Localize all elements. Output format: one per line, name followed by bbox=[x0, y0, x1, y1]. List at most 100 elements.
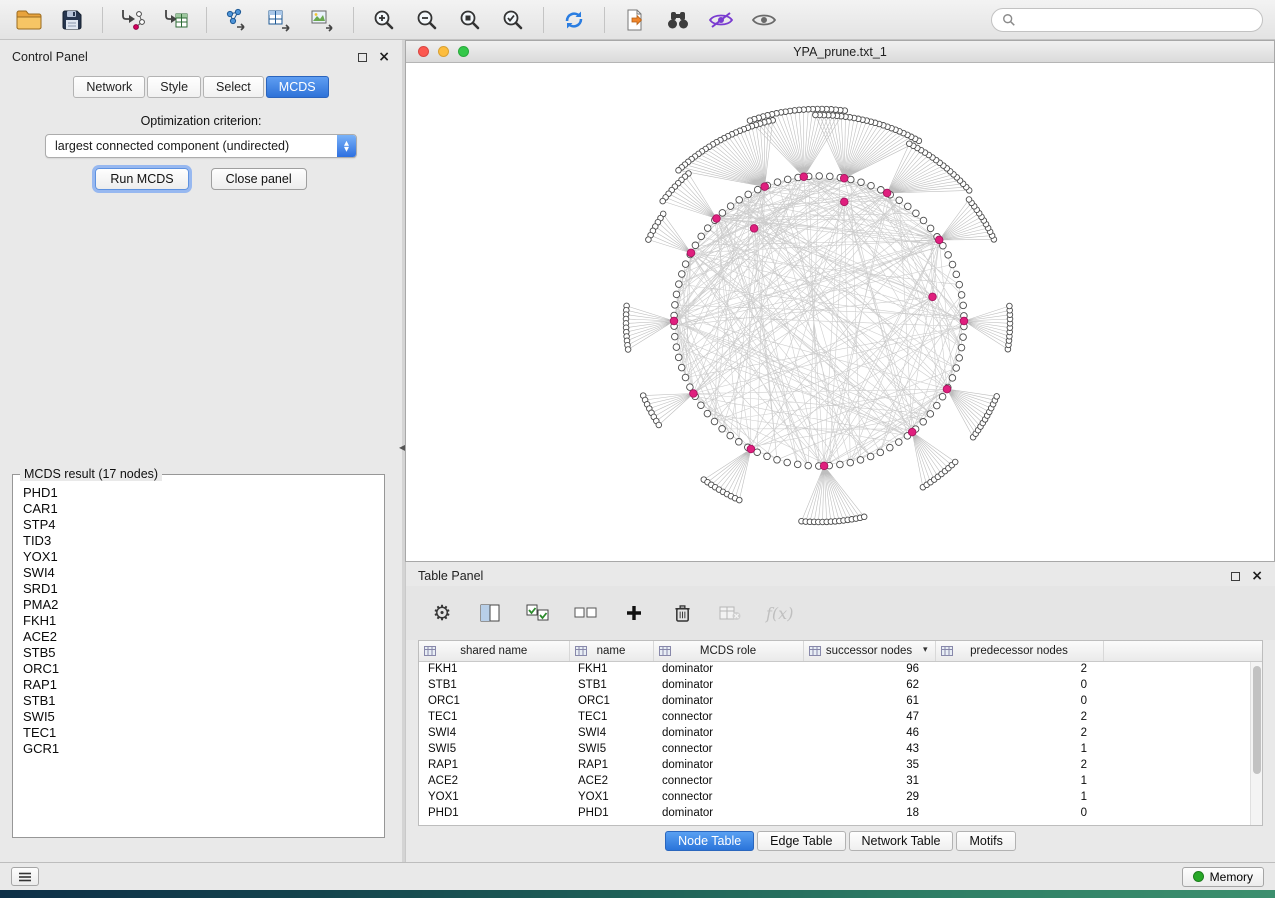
node-table-cell[interactable]: 43 bbox=[803, 741, 935, 757]
network-canvas[interactable] bbox=[406, 63, 1274, 561]
node-table-cell[interactable]: 46 bbox=[803, 725, 935, 741]
search-input[interactable] bbox=[1022, 13, 1252, 27]
column-header-mcds-role[interactable]: MCDS role bbox=[653, 641, 803, 661]
node-table-cell[interactable]: 1 bbox=[935, 741, 1103, 757]
node-table-cell[interactable]: ACE2 bbox=[419, 773, 569, 789]
node-table-cell[interactable]: 18 bbox=[803, 805, 935, 821]
mcds-result-item[interactable]: CAR1 bbox=[15, 501, 382, 517]
node-table-cell[interactable]: dominator bbox=[653, 693, 803, 709]
export-table-button[interactable] bbox=[263, 4, 297, 36]
export-page-button[interactable] bbox=[618, 4, 652, 36]
mcds-result-item[interactable]: GCR1 bbox=[15, 741, 382, 757]
node-table-cell[interactable]: 29 bbox=[803, 789, 935, 805]
column-visibility-button[interactable] bbox=[478, 597, 502, 629]
mcds-result-item[interactable]: RAP1 bbox=[15, 677, 382, 693]
node-table-cell[interactable]: 31 bbox=[803, 773, 935, 789]
node-table-cell[interactable]: ORC1 bbox=[419, 693, 569, 709]
zoom-fit-button[interactable] bbox=[453, 4, 487, 36]
window-close-button[interactable] bbox=[418, 46, 429, 57]
node-table-cell[interactable]: STB1 bbox=[419, 677, 569, 693]
open-session-button[interactable] bbox=[12, 4, 46, 36]
memory-button[interactable]: Memory bbox=[1182, 867, 1264, 887]
node-table-cell[interactable]: 62 bbox=[803, 677, 935, 693]
run-mcds-button[interactable]: Run MCDS bbox=[95, 168, 188, 190]
node-table-row[interactable]: PHD1PHD1dominator180 bbox=[419, 805, 1262, 821]
node-table-cell[interactable]: dominator bbox=[653, 677, 803, 693]
mcds-result-item[interactable]: PHD1 bbox=[15, 485, 382, 501]
column-header-successor-nodes[interactable]: successor nodes▾ bbox=[803, 641, 935, 661]
float-panel-icon[interactable] bbox=[358, 53, 367, 62]
node-table-cell[interactable]: dominator bbox=[653, 725, 803, 741]
node-table-cell[interactable]: STB1 bbox=[569, 677, 653, 693]
node-table-cell[interactable]: dominator bbox=[653, 661, 803, 677]
mcds-result-item[interactable]: STB1 bbox=[15, 693, 382, 709]
node-table-cell[interactable]: FKH1 bbox=[419, 661, 569, 677]
node-table-cell[interactable]: 0 bbox=[935, 693, 1103, 709]
table-scrollbar[interactable] bbox=[1250, 662, 1262, 825]
sort-caret-icon[interactable]: ▾ bbox=[923, 646, 928, 655]
mcds-result-item[interactable]: PMA2 bbox=[15, 597, 382, 613]
float-table-panel-icon[interactable] bbox=[1231, 572, 1240, 581]
node-table-row[interactable]: TEC1TEC1connector472 bbox=[419, 709, 1262, 725]
node-table-cell[interactable]: 96 bbox=[803, 661, 935, 677]
mcds-result-item[interactable]: ORC1 bbox=[15, 661, 382, 677]
node-table-cell[interactable]: ACE2 bbox=[569, 773, 653, 789]
node-table-row[interactable]: STB1STB1dominator620 bbox=[419, 677, 1262, 693]
node-table-cell[interactable]: SWI5 bbox=[419, 741, 569, 757]
node-table-cell[interactable]: RAP1 bbox=[569, 757, 653, 773]
panel-menu-button[interactable] bbox=[11, 867, 39, 886]
close-panel-icon[interactable]: × bbox=[378, 50, 390, 64]
mcds-result-item[interactable]: SRD1 bbox=[15, 581, 382, 597]
zoom-in-button[interactable] bbox=[367, 4, 401, 36]
mcds-result-item[interactable]: STP4 bbox=[15, 517, 382, 533]
zoom-selected-button[interactable] bbox=[496, 4, 530, 36]
window-maximize-button[interactable] bbox=[458, 46, 469, 57]
node-table-cell[interactable]: ORC1 bbox=[569, 693, 653, 709]
tab-mcds[interactable]: MCDS bbox=[266, 76, 329, 98]
mcds-result-item[interactable]: FKH1 bbox=[15, 613, 382, 629]
mcds-result-item[interactable]: STB5 bbox=[15, 645, 382, 661]
node-table-cell[interactable]: TEC1 bbox=[419, 709, 569, 725]
deselect-all-button[interactable] bbox=[574, 597, 598, 629]
node-table-row[interactable]: FKH1FKH1dominator962 bbox=[419, 661, 1262, 677]
node-table-cell[interactable]: 0 bbox=[935, 805, 1103, 821]
table-settings-button[interactable]: ⚙ bbox=[430, 597, 454, 629]
search-network-button[interactable] bbox=[661, 4, 695, 36]
node-table-cell[interactable]: RAP1 bbox=[419, 757, 569, 773]
delete-column-button[interactable] bbox=[670, 597, 694, 629]
node-table-cell[interactable]: SWI5 bbox=[569, 741, 653, 757]
select-all-button[interactable] bbox=[526, 597, 550, 629]
tab-network-table[interactable]: Network Table bbox=[849, 831, 954, 851]
tab-style[interactable]: Style bbox=[147, 76, 201, 98]
node-table-row[interactable]: ORC1ORC1dominator610 bbox=[419, 693, 1262, 709]
mcds-result-item[interactable]: YOX1 bbox=[15, 549, 382, 565]
node-table-cell[interactable]: 35 bbox=[803, 757, 935, 773]
node-table-row[interactable]: YOX1YOX1connector291 bbox=[419, 789, 1262, 805]
node-table-cell[interactable]: FKH1 bbox=[569, 661, 653, 677]
node-table-cell[interactable]: 2 bbox=[935, 709, 1103, 725]
node-table-cell[interactable]: 2 bbox=[935, 661, 1103, 677]
close-panel-button[interactable]: Close panel bbox=[211, 168, 307, 190]
node-table-cell[interactable]: 2 bbox=[935, 757, 1103, 773]
node-table-cell[interactable]: dominator bbox=[653, 805, 803, 821]
node-table-cell[interactable]: dominator bbox=[653, 757, 803, 773]
tab-motifs[interactable]: Motifs bbox=[956, 831, 1015, 851]
node-table-row[interactable]: SWI5SWI5connector431 bbox=[419, 741, 1262, 757]
tab-network[interactable]: Network bbox=[73, 76, 145, 98]
node-table-cell[interactable]: connector bbox=[653, 773, 803, 789]
mcds-result-item[interactable]: SWI4 bbox=[15, 565, 382, 581]
hide-panels-button[interactable] bbox=[704, 4, 738, 36]
mcds-result-item[interactable]: TEC1 bbox=[15, 725, 382, 741]
table-scrollbar-thumb[interactable] bbox=[1253, 666, 1261, 774]
tab-edge-table[interactable]: Edge Table bbox=[757, 831, 845, 851]
node-table-cell[interactable]: SWI4 bbox=[569, 725, 653, 741]
add-column-button[interactable] bbox=[622, 597, 646, 629]
export-network-button[interactable] bbox=[220, 4, 254, 36]
zoom-out-button[interactable] bbox=[410, 4, 444, 36]
node-table-cell[interactable]: TEC1 bbox=[569, 709, 653, 725]
window-minimize-button[interactable] bbox=[438, 46, 449, 57]
network-window-titlebar[interactable]: YPA_prune.txt_1 bbox=[406, 41, 1274, 63]
node-table-cell[interactable]: PHD1 bbox=[419, 805, 569, 821]
refresh-layout-button[interactable] bbox=[557, 4, 591, 36]
node-table-cell[interactable]: YOX1 bbox=[569, 789, 653, 805]
